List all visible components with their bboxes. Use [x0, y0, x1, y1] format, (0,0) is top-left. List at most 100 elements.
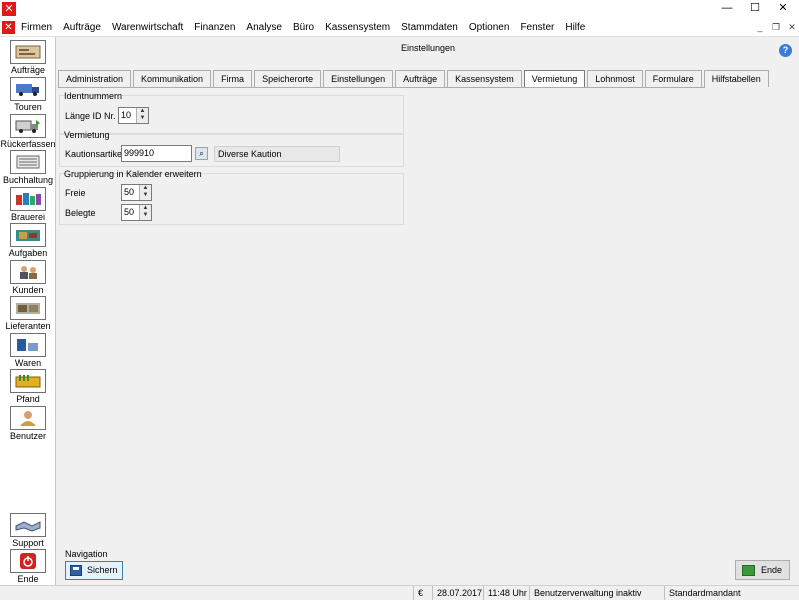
freie-value: 50 [124, 187, 135, 197]
brewery-icon [10, 187, 46, 211]
freie-label: Freie [65, 188, 86, 198]
menu-analyse[interactable]: Analyse [246, 22, 282, 33]
sidebar-item-auftraege[interactable]: Aufträge [0, 40, 56, 77]
status-user-management: Benutzerverwaltung inaktiv [529, 586, 664, 600]
sidebar-item-label: Waren [14, 358, 42, 368]
menu-optionen[interactable]: Optionen [469, 22, 510, 33]
settings-panel: Einstellungen ? Administration Kommunika… [57, 37, 799, 585]
group-vermietung: Vermietung Kautionsartikel 999910 ⌕ Dive… [59, 130, 404, 167]
exit-icon [742, 565, 755, 576]
goods-icon [10, 333, 46, 357]
tab-kommunikation[interactable]: Kommunikation [133, 70, 212, 87]
floppy-disk-icon [70, 565, 82, 576]
menu-firmen[interactable]: Firmen [21, 22, 52, 33]
menu-stammdaten[interactable]: Stammdaten [401, 22, 458, 33]
app-logo-icon: ✕ [2, 2, 16, 16]
menu-bar: ✕ Firmen Aufträge Warenwirtschaft Finanz… [0, 18, 799, 37]
freie-stepper[interactable]: 50 ▲ ▼ [121, 184, 152, 201]
belegte-value: 50 [124, 207, 135, 217]
sidebar-item-label: Lieferanten [5, 321, 51, 331]
sidebar-item-label: Touren [14, 102, 42, 112]
sidebar-item-label: Ende [17, 574, 39, 584]
arrow-down-icon[interactable]: ▼ [140, 192, 151, 199]
suppliers-icon [10, 296, 46, 320]
tab-einstellungen[interactable]: Einstellungen [323, 70, 394, 87]
menu-buero[interactable]: Büro [293, 22, 314, 33]
minimize-button[interactable]: — [713, 0, 741, 18]
mdi-restore-button[interactable]: ❐ [769, 21, 783, 34]
sidebar-item-benutzer[interactable]: Benutzer [0, 406, 56, 443]
tab-speicherorte[interactable]: Speicherorte [254, 70, 322, 87]
sidebar-item-brauerei[interactable]: Brauerei [0, 187, 56, 224]
lookup-icon[interactable]: ⌕ [195, 147, 208, 160]
save-button[interactable]: Sichern [65, 561, 123, 580]
power-icon [10, 549, 46, 573]
tab-hilfstabellen[interactable]: Hilfstabellen [703, 70, 769, 87]
sidebar-item-lieferanten[interactable]: Lieferanten [0, 296, 56, 333]
menu-kassensystem[interactable]: Kassensystem [325, 22, 390, 33]
stepper-arrows[interactable]: ▲ ▼ [139, 205, 151, 220]
status-currency: € [413, 586, 432, 600]
maximize-button[interactable]: ☐ [741, 0, 769, 18]
tab-administration[interactable]: Administration [58, 70, 132, 87]
laenge-id-stepper[interactable]: 10 ▲ ▼ [118, 107, 149, 124]
tab-firma[interactable]: Firma [213, 70, 253, 87]
sidebar-item-touren[interactable]: Touren [0, 77, 56, 114]
tab-formulare[interactable]: Formulare [644, 70, 702, 87]
tab-auftraege[interactable]: Aufträge [395, 70, 446, 87]
title-bar: ✕ — ☐ ✕ [0, 0, 799, 18]
arrow-up-icon[interactable]: ▲ [137, 108, 148, 115]
end-button-label: Ende [761, 565, 783, 575]
arrow-down-icon[interactable]: ▼ [137, 115, 148, 122]
tab-strip: Administration Kommunikation Firma Speic… [58, 70, 771, 88]
menu-finanzen[interactable]: Finanzen [194, 22, 235, 33]
tab-lohnmost[interactable]: Lohnmost [587, 70, 643, 87]
group-title: Gruppierung in Kalender erweitern [64, 169, 202, 179]
menu-fenster[interactable]: Fenster [520, 22, 554, 33]
sidebar-item-rueckerfassen[interactable]: Rückerfassen [0, 114, 56, 151]
sidebar-item-kunden[interactable]: Kunden [0, 260, 56, 297]
app-menu-icon[interactable]: ✕ [2, 21, 15, 34]
deposit-icon [10, 369, 46, 393]
kautionsartikel-label: Kautionsartikel [65, 149, 125, 159]
menu-hilfe[interactable]: Hilfe [565, 22, 585, 33]
sidebar-item-label: Benutzer [9, 431, 47, 441]
sidebar-item-label: Kunden [12, 285, 44, 295]
arrow-up-icon[interactable]: ▲ [140, 205, 151, 212]
menu-warenwirtschaft[interactable]: Warenwirtschaft [112, 22, 183, 33]
belegte-label: Belegte [65, 208, 96, 218]
sidebar-item-label: Rückerfassen [0, 139, 56, 149]
tab-vermietung[interactable]: Vermietung [523, 70, 586, 88]
sidebar-item-label: Pfand [16, 394, 40, 404]
mdi-minimize-button[interactable]: _ [753, 21, 767, 34]
belegte-stepper[interactable]: 50 ▲ ▼ [121, 204, 152, 221]
stepper-arrows[interactable]: ▲ ▼ [139, 185, 151, 200]
help-icon[interactable]: ? [779, 44, 792, 57]
sidebar-item-pfand[interactable]: Pfand [0, 369, 56, 406]
kautionsartikel-input[interactable]: 999910 [121, 145, 192, 162]
sidebar-item-ende[interactable]: Ende [0, 549, 56, 586]
stepper-arrows[interactable]: ▲ ▼ [136, 108, 148, 123]
sidebar-item-label: Brauerei [10, 212, 46, 222]
return-truck-icon [10, 114, 46, 138]
group-title: Vermietung [64, 130, 110, 140]
menu-auftraege[interactable]: Aufträge [63, 22, 101, 33]
truck-icon [10, 77, 46, 101]
arrow-down-icon[interactable]: ▼ [140, 212, 151, 219]
sidebar-item-aufgaben[interactable]: Aufgaben [0, 223, 56, 260]
status-client: Standardmandant [664, 586, 799, 600]
arrow-up-icon[interactable]: ▲ [140, 185, 151, 192]
sidebar-item-waren[interactable]: Waren [0, 333, 56, 370]
status-time: 11:48 Uhr [483, 586, 529, 600]
sidebar-item-buchhaltung[interactable]: Buchhaltung [0, 150, 56, 187]
tasks-icon [10, 223, 46, 247]
mdi-close-button[interactable]: ✕ [785, 21, 799, 34]
laenge-id-label: Länge ID Nr. [65, 111, 116, 121]
end-button[interactable]: Ende [735, 560, 790, 580]
close-button[interactable]: ✕ [769, 0, 797, 18]
group-gruppierung: Gruppierung in Kalender erweitern Freie … [59, 169, 404, 225]
sidebar-item-support[interactable]: Support [0, 513, 56, 550]
tab-kassensystem[interactable]: Kassensystem [447, 70, 522, 87]
kautionsartikel-description: Diverse Kaution [214, 146, 340, 162]
status-bar: € 28.07.2017 11:48 Uhr Benutzerverwaltun… [0, 585, 799, 600]
